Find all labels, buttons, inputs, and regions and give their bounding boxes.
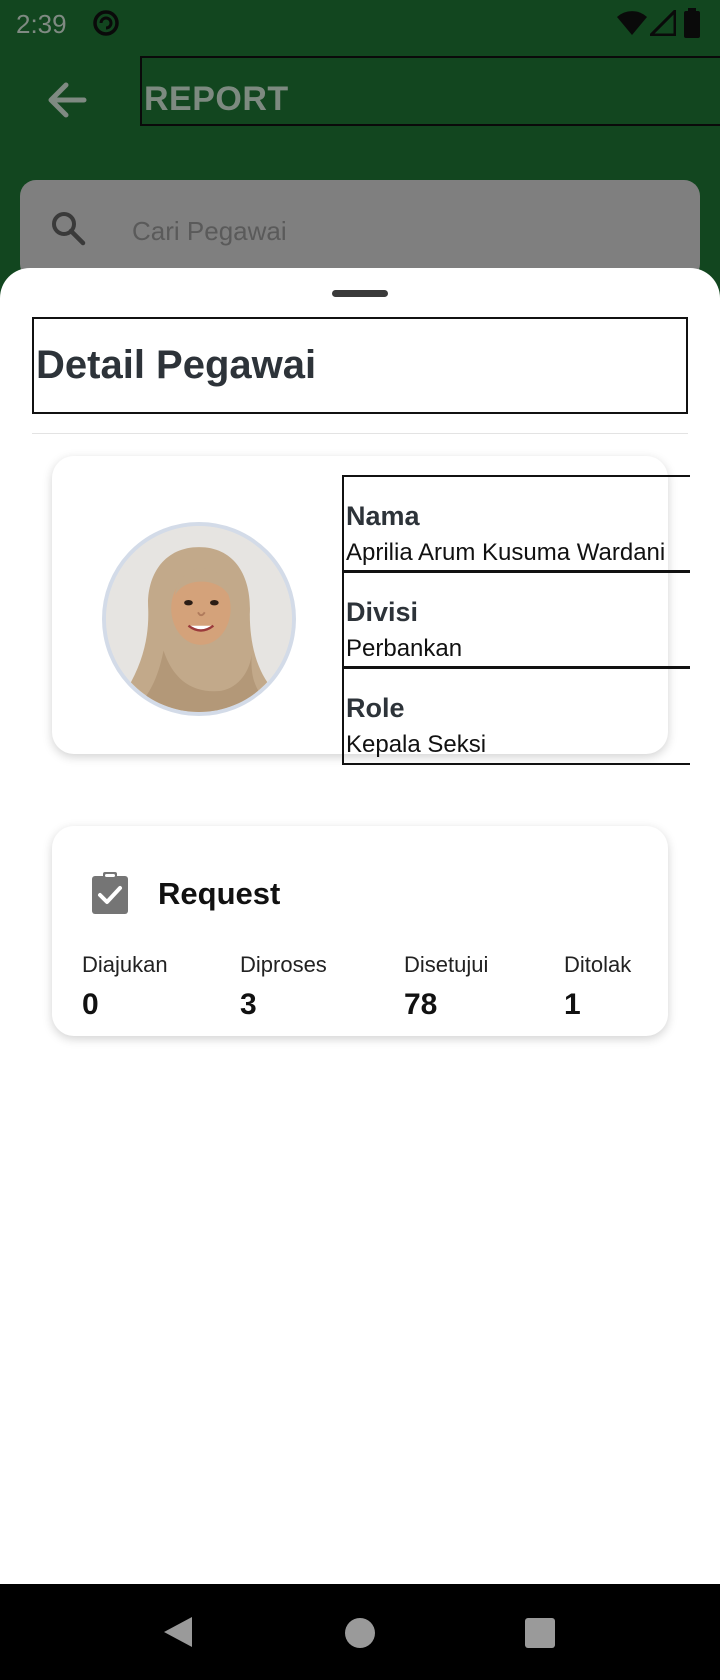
sheet-title-box: Detail Pegawai bbox=[32, 317, 688, 414]
stat-disetujui: Disetujui 78 bbox=[404, 952, 488, 1022]
status-time: 2:39 bbox=[16, 9, 67, 39]
stat-value: 3 bbox=[240, 988, 257, 1021]
stat-diajukan: Diajukan 0 bbox=[82, 952, 168, 1022]
divider bbox=[32, 433, 688, 434]
field-label: Divisi bbox=[346, 597, 419, 627]
nav-back-icon[interactable] bbox=[162, 1615, 194, 1649]
stat-label: Diproses bbox=[240, 952, 327, 977]
search-input[interactable]: Cari Pegawai bbox=[132, 216, 287, 247]
field-label: Nama bbox=[346, 501, 420, 531]
employee-info-box: Nama Aprilia Arum Kusuma Wardani Divisi … bbox=[342, 475, 690, 765]
clipboard-check-icon bbox=[92, 872, 128, 914]
stat-value: 0 bbox=[82, 988, 99, 1021]
nav-recents-icon[interactable] bbox=[525, 1618, 555, 1648]
stat-label: Ditolak bbox=[564, 952, 632, 977]
stat-value: 1 bbox=[564, 988, 581, 1021]
field-value: Aprilia Arum Kusuma Wardani bbox=[346, 539, 666, 566]
request-summary-card: Request Diajukan 0 Diproses 3 Disetujui … bbox=[52, 826, 668, 1036]
stat-diproses: Diproses 3 bbox=[240, 952, 327, 1022]
nav-home-icon[interactable] bbox=[345, 1618, 375, 1648]
request-title: Request bbox=[158, 876, 281, 911]
search-bar[interactable]: Cari Pegawai bbox=[20, 180, 700, 280]
status-bar: 2:39 bbox=[0, 0, 720, 48]
sheet-title: Detail Pegawai bbox=[36, 343, 317, 387]
stat-label: Disetujui bbox=[404, 952, 489, 977]
stat-value: 78 bbox=[404, 988, 438, 1021]
navigation-bar bbox=[0, 1584, 720, 1680]
app-title-box: REPORT bbox=[140, 56, 720, 126]
battery-icon bbox=[684, 8, 700, 38]
app-title: REPORT bbox=[144, 80, 289, 118]
stat-ditolak: Ditolak 1 bbox=[564, 952, 631, 1022]
field-label: Role bbox=[346, 693, 405, 723]
info-row-role: Role Kepala Seksi bbox=[344, 669, 690, 765]
info-row-divisi: Divisi Perbankan bbox=[344, 573, 690, 669]
sheet-drag-handle[interactable] bbox=[332, 290, 388, 297]
wifi-icon bbox=[617, 11, 647, 35]
employee-detail-sheet: Detail Pegawai Request Diajukan 0 Dipros… bbox=[0, 268, 720, 1584]
stat-label: Diajukan bbox=[82, 952, 168, 977]
search-icon bbox=[52, 212, 86, 246]
avatar-photo bbox=[106, 526, 292, 712]
field-value: Kepala Seksi bbox=[346, 731, 487, 758]
info-row-nama: Nama Aprilia Arum Kusuma Wardani bbox=[344, 477, 690, 573]
signal-icon bbox=[650, 10, 676, 36]
sync-status-icon bbox=[93, 10, 119, 36]
avatar bbox=[102, 522, 296, 716]
back-arrow-icon[interactable] bbox=[40, 72, 96, 128]
field-value: Perbankan bbox=[346, 635, 463, 662]
